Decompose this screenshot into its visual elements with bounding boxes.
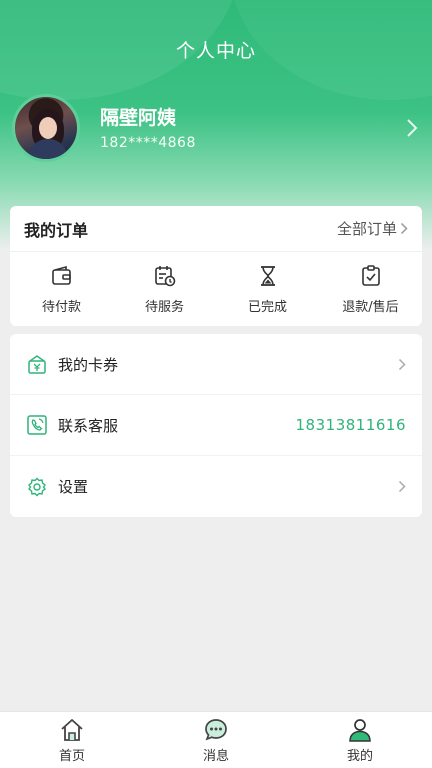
tab-bar: 首页 消息 我的 — [0, 711, 432, 768]
coupon-icon — [28, 355, 46, 374]
avatar[interactable] — [12, 94, 80, 162]
all-orders-link[interactable]: 全部订单 — [337, 218, 408, 239]
clipboard-check-icon — [361, 264, 380, 286]
user-icon — [349, 718, 371, 742]
schedule-icon — [154, 265, 175, 286]
all-orders-label: 全部订单 — [336, 220, 397, 238]
tab-messages[interactable]: 消息 — [144, 712, 288, 768]
orders-card: 我的订单 全部订单 待付款 待服务 已完成 退款/售后 — [10, 206, 422, 326]
tab-home[interactable]: 首页 — [0, 712, 144, 768]
order-status-row: 待付款 待服务 已完成 退款/售后 — [10, 252, 422, 326]
menu-item-customer-service[interactable]: 联系客服 18313811616 — [10, 395, 422, 456]
message-icon — [205, 718, 227, 740]
menu-item-label: 设置 — [58, 478, 89, 496]
phone-icon — [27, 415, 47, 435]
menu-item-label: 我的卡券 — [58, 355, 119, 374]
order-item-label: 退款/售后 — [342, 299, 399, 315]
menu-item-settings[interactable]: 设置 — [10, 456, 422, 517]
orders-header: 我的订单 全部订单 — [10, 206, 422, 252]
order-item-label: 待服务 — [144, 299, 184, 315]
chevron-right-icon — [398, 480, 406, 493]
chevron-right-icon[interactable] — [404, 118, 420, 138]
profile-section[interactable]: 隔壁阿姨 182****4868 — [12, 94, 420, 162]
order-item-completed[interactable]: 已完成 — [216, 264, 319, 315]
order-item-pending-payment[interactable]: 待付款 — [10, 264, 113, 315]
service-phone-number[interactable]: 18313811616 — [296, 416, 406, 434]
chevron-right-icon — [400, 222, 408, 235]
order-item-pending-service[interactable]: 待服务 — [113, 264, 216, 315]
orders-title: 我的订单 — [24, 220, 89, 240]
menu-card: 我的卡券 联系客服 18313811616 设置 — [10, 334, 422, 517]
chevron-right-icon — [398, 358, 406, 370]
tab-mine[interactable]: 我的 — [288, 712, 432, 768]
order-item-label: 待付款 — [41, 299, 81, 315]
menu-item-label: 联系客服 — [58, 416, 119, 435]
wallet-icon — [51, 265, 71, 285]
tab-label: 首页 — [58, 748, 85, 764]
gear-icon — [28, 477, 46, 496]
profile-name: 隔壁阿姨 — [100, 107, 177, 129]
home-icon — [61, 718, 83, 741]
order-item-label: 已完成 — [247, 299, 287, 315]
menu-item-coupons[interactable]: 我的卡券 — [10, 334, 422, 395]
profile-text: 隔壁阿姨 182****4868 — [100, 105, 404, 151]
tab-label: 我的 — [346, 748, 373, 764]
tab-label: 消息 — [202, 748, 229, 764]
hourglass-icon — [260, 265, 275, 286]
page-title: 个人中心 — [175, 40, 256, 62]
avatar-face — [39, 117, 57, 139]
order-item-refund[interactable]: 退款/售后 — [319, 264, 422, 315]
profile-phone: 182****4868 — [100, 135, 196, 151]
